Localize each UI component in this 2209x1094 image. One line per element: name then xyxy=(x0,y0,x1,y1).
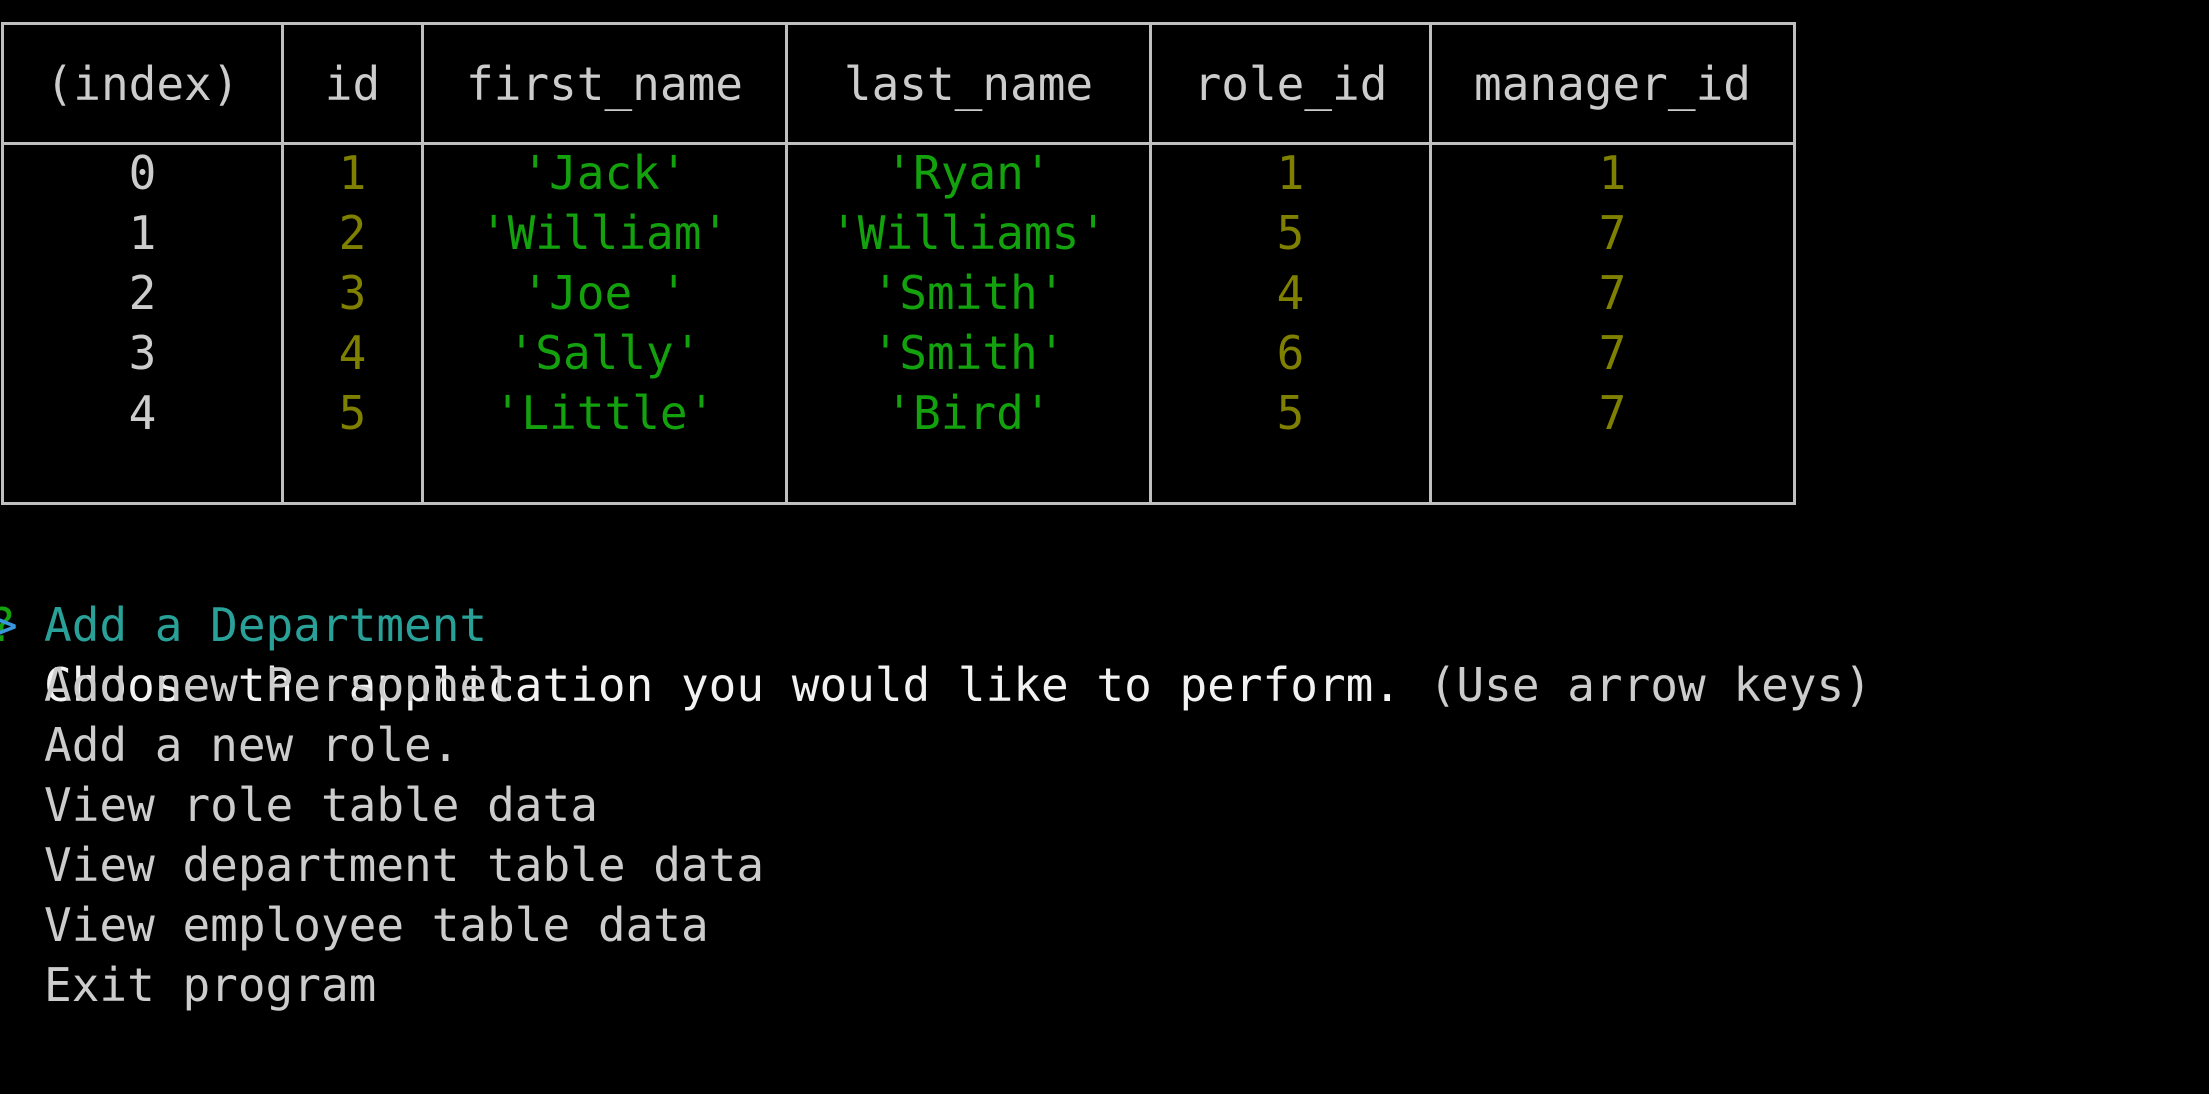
column-header-first-name: first_name xyxy=(466,57,743,111)
cell-index: 2 xyxy=(128,266,157,320)
cell-id: 3 xyxy=(338,266,367,320)
cell-last-name: 'Smith' xyxy=(871,326,1066,380)
menu-option-label: Add new Personnel xyxy=(44,658,515,712)
cell-index: 0 xyxy=(128,146,157,200)
menu-option[interactable]: Add new Personnel xyxy=(0,655,2209,715)
table-border-top xyxy=(1,22,1796,25)
table-border-right xyxy=(1793,22,1796,505)
cell-manager-id: 7 xyxy=(1598,326,1627,380)
cell-role-id: 6 xyxy=(1276,326,1305,380)
cell-id: 2 xyxy=(338,206,367,260)
column-header-manager-id: manager_id xyxy=(1474,57,1751,111)
cell-last-name: 'Smith' xyxy=(871,266,1066,320)
cell-index: 1 xyxy=(128,206,157,260)
terminal-window: (index) id first_name last_name role_id … xyxy=(0,0,2209,1094)
cell-index: 3 xyxy=(128,326,157,380)
cell-first-name: 'Sally' xyxy=(507,326,702,380)
cell-role-id: 4 xyxy=(1276,266,1305,320)
cell-id: 1 xyxy=(338,146,367,200)
cell-role-id: 5 xyxy=(1276,206,1305,260)
menu-option-label: View role table data xyxy=(44,778,598,832)
cell-first-name: 'William' xyxy=(479,206,730,260)
cell-first-name: 'Little' xyxy=(493,386,716,440)
cell-last-name: 'Williams' xyxy=(830,206,1107,260)
menu-option-label: View employee table data xyxy=(44,898,709,952)
cell-manager-id: 7 xyxy=(1598,206,1627,260)
column-header-index: (index) xyxy=(45,57,240,111)
cell-index: 4 xyxy=(128,386,157,440)
menu-option[interactable]: View role table data xyxy=(0,775,2209,835)
cell-first-name: 'Joe ' xyxy=(521,266,688,320)
column-header-id: id xyxy=(324,57,381,111)
cell-role-id: 5 xyxy=(1276,386,1305,440)
menu-option-label: View department table data xyxy=(44,838,765,892)
question-line: ? Choose the application you would like … xyxy=(0,535,2209,712)
cell-manager-id: 7 xyxy=(1598,266,1627,320)
cell-manager-id: 7 xyxy=(1598,386,1627,440)
column-header-last-name: last_name xyxy=(843,57,1094,111)
menu-option[interactable]: View department table data xyxy=(0,835,2209,895)
cell-last-name: 'Ryan' xyxy=(885,146,1052,200)
menu-option[interactable]: View employee table data xyxy=(0,895,2209,955)
cell-role-id: 1 xyxy=(1276,146,1305,200)
menu-option-label: Add a Department xyxy=(44,598,488,652)
cell-first-name: 'Jack' xyxy=(521,146,688,200)
column-header-role-id: role_id xyxy=(1193,57,1388,111)
pointer-icon: > xyxy=(0,598,18,652)
cell-id: 4 xyxy=(338,326,367,380)
employee-table: (index) id first_name last_name role_id … xyxy=(1,22,1796,505)
cell-last-name: 'Bird' xyxy=(885,386,1052,440)
menu-option-label: Add a new role. xyxy=(44,718,460,772)
table-border-bottom xyxy=(1,502,1796,505)
menu-option[interactable]: Exit program xyxy=(0,955,2209,1015)
cell-id: 5 xyxy=(338,386,367,440)
menu-option-label: Exit program xyxy=(44,958,377,1012)
cell-manager-id: 1 xyxy=(1598,146,1627,200)
menu-option[interactable]: Add a new role. xyxy=(0,715,2209,775)
menu-option[interactable]: > Add a Department xyxy=(0,595,2209,655)
